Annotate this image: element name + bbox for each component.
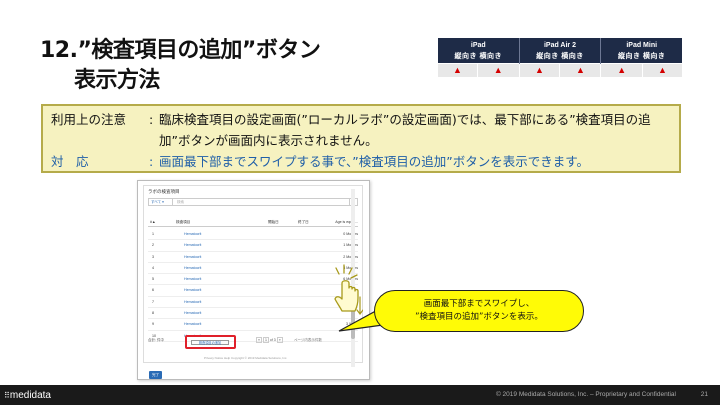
- panel-title: ラボの検査項目: [148, 189, 180, 194]
- warning-mark: ▲: [559, 63, 601, 77]
- page-number: 21: [700, 391, 708, 398]
- page-number-input[interactable]: 1: [262, 337, 269, 343]
- caution-row: 利用上の注意 : 臨床検査項目の設定画面(”ローカルラボ”の設定画面)では、最下…: [51, 109, 679, 151]
- caution-colon: :: [149, 112, 154, 127]
- swipe-hint-callout: 画面最下部までスワイプし、 ”検査項目の追加”ボタンを表示。: [374, 290, 584, 332]
- filter-select[interactable]: すべて ▾: [149, 199, 173, 205]
- logo-dots-icon: ⠿: [4, 391, 10, 400]
- notice-box: 利用上の注意 : 臨床検査項目の設定画面(”ローカルラボ”の設定画面)では、最下…: [41, 104, 681, 173]
- add-item-highlight: 検査項目の追加: [185, 335, 236, 349]
- table-row[interactable]: 2Hematocrit1 Months: [148, 240, 358, 252]
- pagination: «1 of 3 »: [256, 337, 284, 343]
- caution-label: 利用上の注意: [51, 112, 127, 127]
- search-input[interactable]: 検索: [177, 199, 184, 205]
- device-header-ipad-mini: iPad Mini 縦向き 横向き: [600, 38, 682, 64]
- screenshot-content: ラボの検査項目 すべて ▾ 検索 ⚲ #▲ 検査項目 開始日 終了日 Age i…: [143, 185, 363, 379]
- page-total: of 3: [269, 338, 276, 342]
- warning-mark: ▲: [438, 63, 478, 77]
- swipe-hand-icon: [334, 264, 363, 315]
- table-row[interactable]: 1Hematocrit0 Months: [148, 229, 358, 241]
- response-row: 対 応 : 画面最下部までスワイプする事で、”検査項目の追加”ボタンを表示できま…: [51, 151, 679, 172]
- slide-title-line2: 表示方法: [74, 68, 161, 93]
- next-page-button[interactable]: »: [276, 337, 283, 343]
- callout-line1: 画面最下部までスワイプし、: [423, 299, 535, 309]
- device-header-ipad-air-2: iPad Air 2 縦向き 横向き: [518, 38, 601, 64]
- page-footer: Privacy Notice Help Copyright © 2019 Med…: [204, 356, 288, 360]
- per-page-select[interactable]: ページ内表示件数: [294, 338, 322, 343]
- table-row[interactable]: 10 Hematocrit: [148, 331, 358, 342]
- done-button[interactable]: 完了: [149, 371, 162, 379]
- footer-bar: ⠿medidata © 2019 Medidata Solutions, Inc…: [0, 385, 720, 405]
- table-row[interactable]: 3Hematocrit2 Months: [148, 252, 358, 263]
- medidata-logo: ⠿medidata: [4, 390, 51, 401]
- response-colon: :: [149, 154, 154, 169]
- device-compatibility-table: iPad 縦向き 横向き iPad Air 2 縦向き 横向き iPad Mini 縦…: [438, 38, 682, 77]
- column-header-item[interactable]: 検査項目: [176, 220, 190, 225]
- table-header: #▲ 検査項目 開始日 終了日 Age is equal...: [148, 217, 358, 227]
- copyright-text: © 2019 Medidata Solutions, Inc. – Propri…: [495, 391, 676, 398]
- column-header-end[interactable]: 終了日: [298, 220, 309, 225]
- slide-title-line1: 12.”検査項目の追加”ボタン: [40, 38, 321, 63]
- caution-text: 臨床検査項目の設定画面(”ローカルラボ”の設定画面)では、最下部にある”検査項目…: [159, 112, 651, 148]
- column-header-start[interactable]: 開始日: [268, 220, 279, 225]
- column-header-number[interactable]: #▲: [150, 220, 156, 224]
- warning-mark: ▲: [600, 63, 643, 77]
- total-count: 合計: 件中: [148, 338, 164, 342]
- prev-page-button[interactable]: «: [256, 337, 262, 343]
- add-lab-item-button[interactable]: 検査項目の追加: [191, 340, 229, 345]
- warning-mark: ▲: [476, 63, 520, 77]
- warning-mark: ▲: [641, 63, 682, 77]
- table-row[interactable]: 9Hematocrit3 Years: [148, 319, 358, 331]
- warning-mark: ▲: [518, 63, 560, 77]
- device-header-ipad: iPad 縦向き 横向き: [438, 38, 520, 64]
- slide-title: 12.”検査項目の追加”ボタン 表示方法: [40, 36, 321, 96]
- response-text: 画面最下部までスワイプする事で、”検査項目の追加”ボタンを表示できます。: [159, 154, 589, 169]
- response-label: 対 応: [51, 154, 89, 169]
- callout-line2: ”検査項目の追加”ボタンを表示。: [415, 312, 543, 322]
- filter-bar: すべて ▾ 検索 ⚲: [148, 198, 358, 206]
